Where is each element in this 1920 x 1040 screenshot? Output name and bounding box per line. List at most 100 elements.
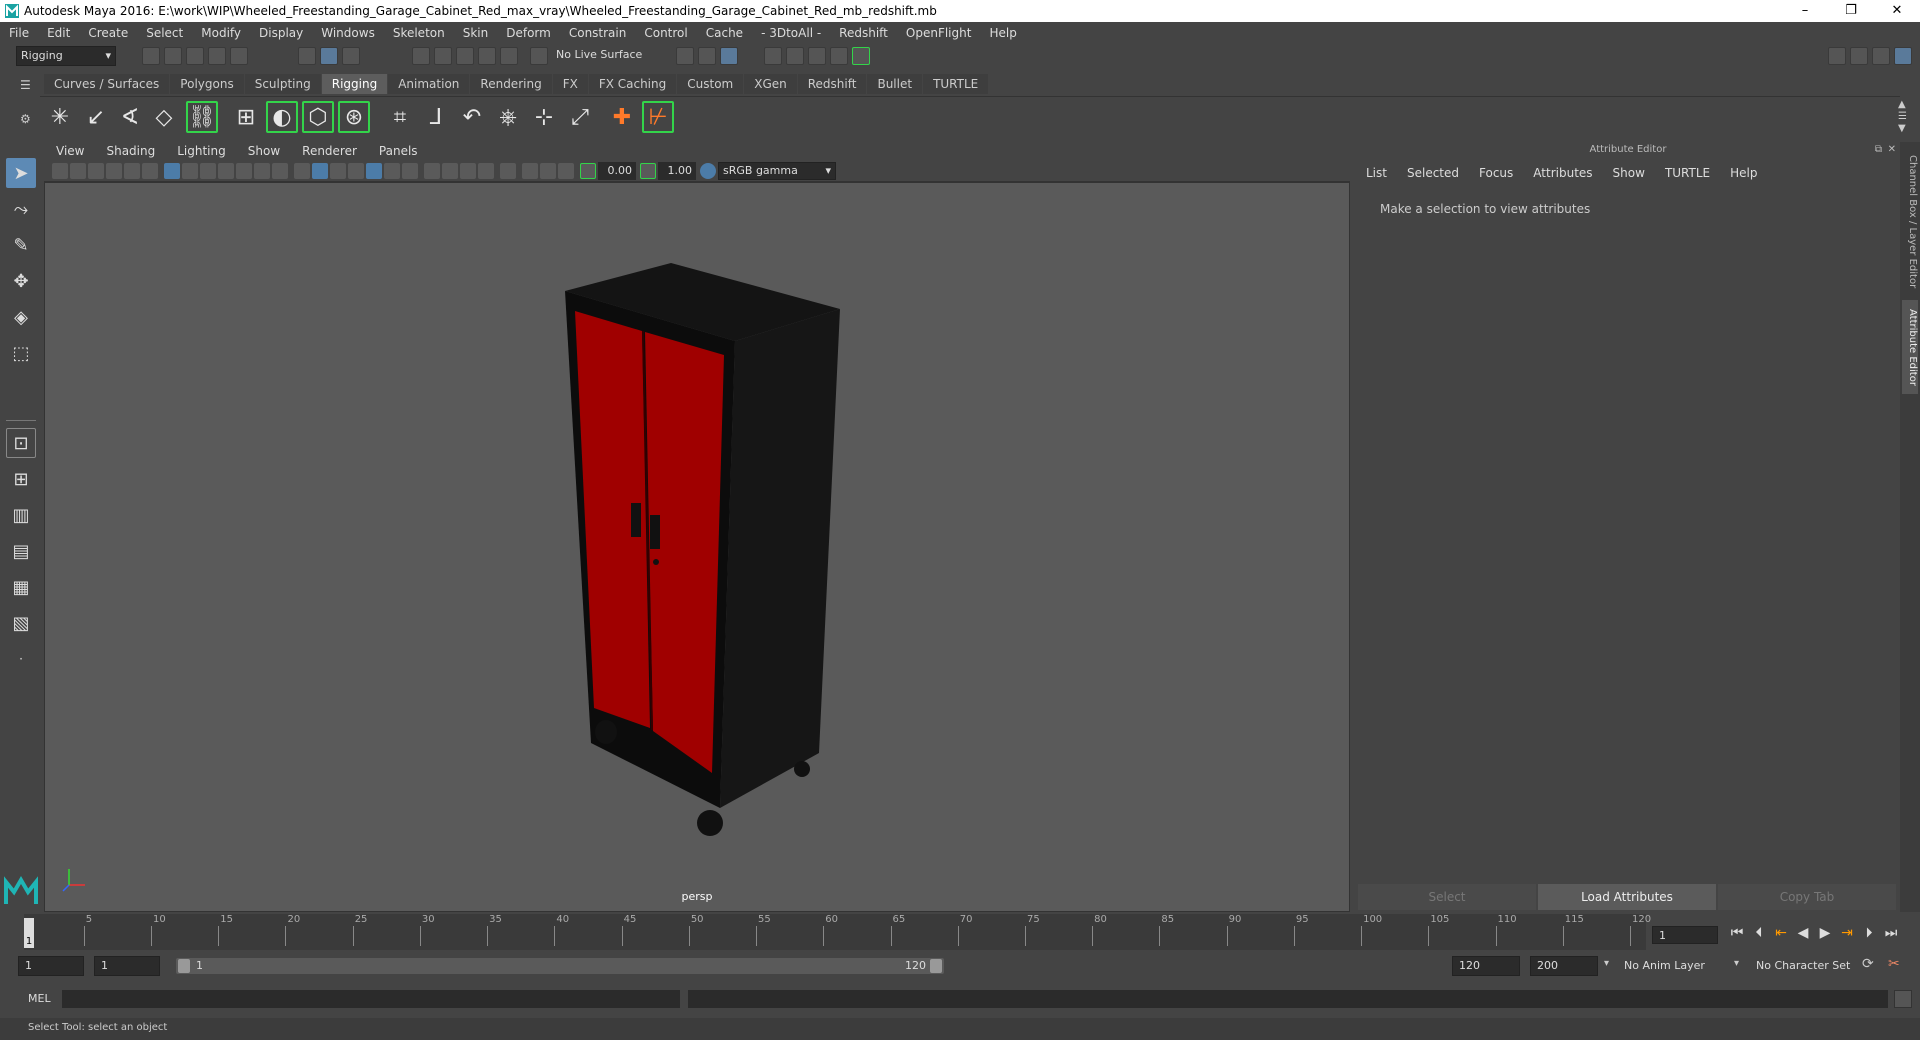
- ipr-render-icon[interactable]: [786, 47, 804, 65]
- scale-constraint-icon[interactable]: ⊹: [528, 101, 560, 133]
- grease-pencil-icon[interactable]: [142, 163, 158, 179]
- minimize-button[interactable]: –: [1782, 0, 1828, 22]
- move-tool-icon[interactable]: ✥: [6, 266, 36, 296]
- joint-tool-icon[interactable]: ✳: [44, 101, 76, 133]
- menu-item-cache[interactable]: Cache: [697, 26, 752, 40]
- auto-key-icon[interactable]: ⟳: [1862, 956, 1874, 972]
- select-component-icon[interactable]: [342, 47, 360, 65]
- menu-item-3dtoall[interactable]: - 3DtoAll -: [752, 26, 830, 40]
- four-view-layout-icon[interactable]: ⊞: [6, 464, 36, 494]
- chevron-down-icon[interactable]: ▾: [1604, 958, 1609, 969]
- wireframe-icon[interactable]: [294, 163, 310, 179]
- geometry-constraint-icon[interactable]: ⊬: [642, 101, 674, 133]
- mirror-joint-icon[interactable]: ◇: [148, 101, 180, 133]
- playback-start-field[interactable]: 1: [94, 956, 160, 976]
- script-editor-icon[interactable]: [1894, 990, 1912, 1008]
- input-ops-icon[interactable]: [676, 47, 694, 65]
- shelf-scroll-up-icon[interactable]: ▲: [1898, 99, 1906, 110]
- hik-character-icon[interactable]: ⛓: [186, 101, 218, 133]
- ik-spline-icon[interactable]: ∢: [114, 101, 146, 133]
- menu-item-deform[interactable]: Deform: [497, 26, 560, 40]
- shelf-tab-redshift[interactable]: Redshift: [797, 74, 867, 94]
- menu-item-constrain[interactable]: Constrain: [560, 26, 636, 40]
- color-space-dropdown[interactable]: sRGB gamma ▾: [718, 162, 836, 180]
- image-plane-icon[interactable]: [106, 163, 122, 179]
- lattice-icon[interactable]: ⬡: [302, 101, 334, 133]
- shelf-settings-icon[interactable]: ⚙: [20, 112, 34, 126]
- shelf-scroll-down-icon[interactable]: ▼: [1898, 123, 1906, 134]
- load-attributes-button[interactable]: Load Attributes: [1538, 884, 1716, 910]
- motion-blur-icon[interactable]: [442, 163, 458, 179]
- gate-mask-icon[interactable]: [218, 163, 234, 179]
- viewport-menu-view[interactable]: View: [44, 144, 94, 158]
- time-slider[interactable]: 5 10 15 20 25 30 35 40 45 50 55 60 65 70 75 80 85 90 95 100…: [0, 914, 1920, 950]
- chevron-down-icon[interactable]: ▾: [1734, 958, 1739, 969]
- command-input[interactable]: [62, 990, 680, 1008]
- step-forward-key-icon[interactable]: ⇥: [1836, 925, 1858, 941]
- select-object-icon[interactable]: [320, 47, 338, 65]
- default-material-icon[interactable]: [330, 163, 346, 179]
- render-frame-icon[interactable]: [764, 47, 782, 65]
- shelf-tab-rendering[interactable]: Rendering: [470, 74, 552, 94]
- shelf-tab-sculpting[interactable]: Sculpting: [244, 74, 321, 94]
- attribute-editor-tab[interactable]: Attribute Editor: [1902, 300, 1918, 394]
- range-slider-bar[interactable]: 1 120: [176, 958, 944, 974]
- animation-start-field[interactable]: 1: [18, 956, 84, 976]
- attribute-menu-attributes[interactable]: Attributes: [1523, 166, 1602, 180]
- snap-grid-icon[interactable]: [412, 47, 430, 65]
- menu-item-control[interactable]: Control: [635, 26, 696, 40]
- select-hierarchy-icon[interactable]: [298, 47, 316, 65]
- menu-item-file[interactable]: File: [0, 26, 38, 40]
- close-button[interactable]: ✕: [1874, 0, 1920, 22]
- grid-toggle-icon[interactable]: [164, 163, 180, 179]
- attribute-menu-turtle[interactable]: TURTLE: [1655, 166, 1720, 180]
- bind-skin-icon[interactable]: ⊞: [230, 101, 262, 133]
- rotate-tool-icon[interactable]: ◈: [6, 302, 36, 332]
- menu-item-redshift[interactable]: Redshift: [830, 26, 897, 40]
- play-forwards-icon[interactable]: ▶: [1814, 925, 1836, 941]
- orient-constraint-icon[interactable]: ⎈: [492, 101, 524, 133]
- cluster-icon[interactable]: ⊛: [338, 101, 370, 133]
- smooth-shade-icon[interactable]: [312, 163, 328, 179]
- play-backwards-icon[interactable]: ◀: [1792, 925, 1814, 941]
- textured-icon[interactable]: [366, 163, 382, 179]
- menu-item-help[interactable]: Help: [980, 26, 1025, 40]
- anim-layer-dropdown[interactable]: No Anim Layer: [1624, 959, 1705, 972]
- workspace-modeling-icon[interactable]: [1828, 47, 1846, 65]
- copy-tab-button[interactable]: Copy Tab: [1718, 884, 1896, 910]
- redo-icon[interactable]: [230, 47, 248, 65]
- live-surface-field[interactable]: No Live Surface: [552, 46, 652, 66]
- gamma-field[interactable]: 1.00: [658, 162, 696, 180]
- perspective-viewport[interactable]: persp: [44, 182, 1350, 912]
- wireframe-on-shaded-icon[interactable]: [348, 163, 364, 179]
- snap-point-icon[interactable]: [456, 47, 474, 65]
- playback-end-field[interactable]: 120: [1452, 956, 1520, 976]
- exposure-field[interactable]: 0.00: [598, 162, 636, 180]
- output-ops-icon[interactable]: [698, 47, 716, 65]
- xray-joints-icon[interactable]: [540, 163, 556, 179]
- persp-hypershade-layout-icon[interactable]: ▦: [6, 572, 36, 602]
- exposure-toggle-icon[interactable]: [580, 163, 596, 179]
- go-to-end-icon[interactable]: ⏭: [1880, 925, 1902, 941]
- more-layouts-icon[interactable]: ·: [6, 644, 36, 674]
- menu-item-modify[interactable]: Modify: [192, 26, 250, 40]
- menu-item-skeleton[interactable]: Skeleton: [384, 26, 454, 40]
- shelf-tab-fx-caching[interactable]: FX Caching: [588, 74, 677, 94]
- anti-aliasing-icon[interactable]: [460, 163, 476, 179]
- hypershade-icon[interactable]: [830, 47, 848, 65]
- parent-constraint-icon[interactable]: ⤢: [564, 101, 596, 133]
- maximize-button[interactable]: ❐: [1828, 0, 1874, 22]
- attribute-menu-show[interactable]: Show: [1603, 166, 1655, 180]
- view-transform-icon[interactable]: [124, 163, 140, 179]
- paint-select-tool-icon[interactable]: ✎: [6, 230, 36, 260]
- redshift-render-icon[interactable]: [852, 47, 870, 65]
- step-back-key-icon[interactable]: ⇤: [1770, 925, 1792, 941]
- menu-item-windows[interactable]: Windows: [312, 26, 384, 40]
- snap-view-icon[interactable]: [478, 47, 496, 65]
- single-perspective-layout-icon[interactable]: ⊡: [6, 428, 36, 458]
- shelf-tab-custom[interactable]: Custom: [677, 74, 744, 94]
- float-panel-icon[interactable]: ⧉: [1875, 144, 1882, 155]
- attribute-menu-list[interactable]: List: [1356, 166, 1397, 180]
- command-language-label[interactable]: MEL: [28, 992, 51, 1005]
- use-all-lights-icon[interactable]: [384, 163, 400, 179]
